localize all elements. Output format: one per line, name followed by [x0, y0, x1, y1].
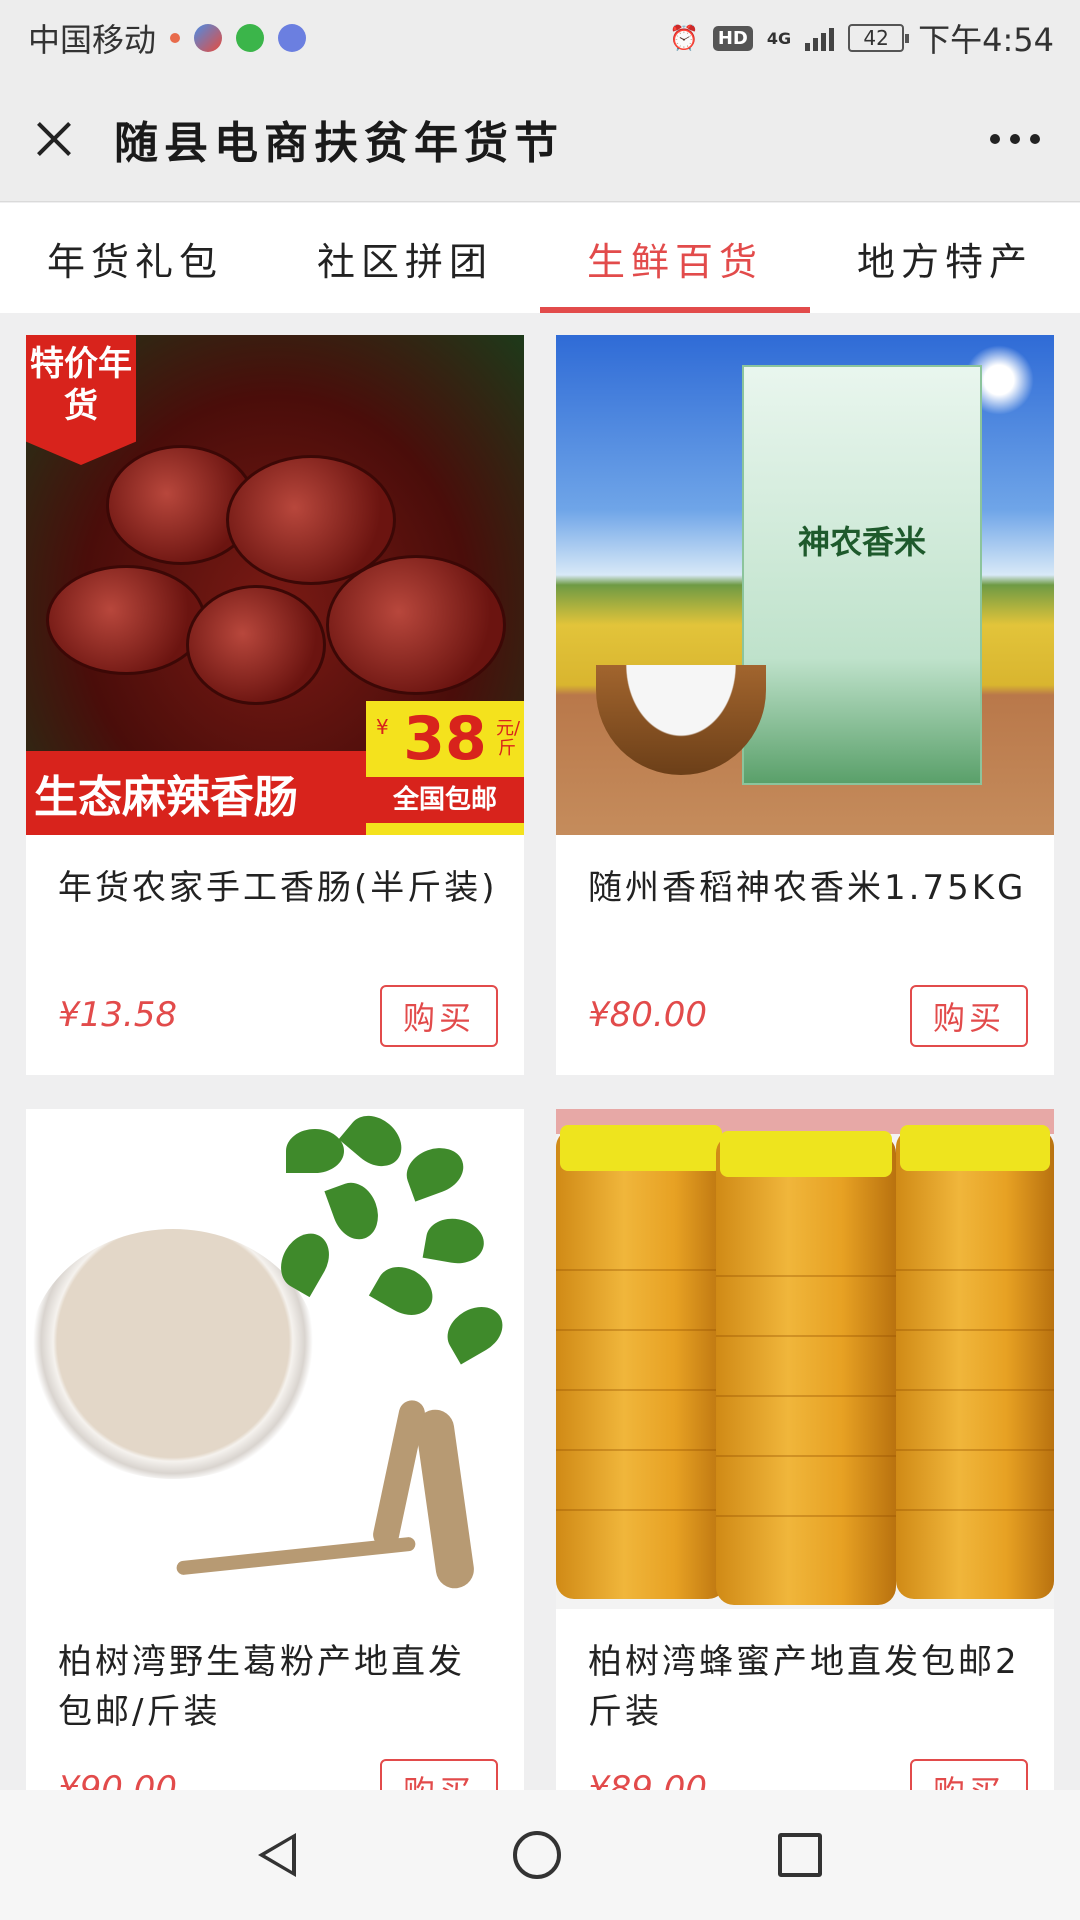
product-name[interactable]: 年货农家手工香肠(半斤装)	[58, 863, 500, 913]
tab-gift-pack[interactable]: 年货礼包	[0, 203, 270, 313]
carrier-label: 中国移动	[28, 21, 157, 59]
battery-icon: 42	[848, 24, 910, 52]
buy-button[interactable]: 购买	[910, 1759, 1028, 1790]
back-triangle-icon[interactable]	[258, 1833, 297, 1877]
tab-fresh-goods[interactable]: 生鲜百货	[540, 203, 810, 313]
product-image-sausage[interactable]: 特价年货 生态麻辣香肠 ¥ 38 元/斤 全国包邮	[26, 335, 524, 835]
page-title: 随县电商扶贫年货节	[114, 117, 564, 169]
status-right: ⏰ HD 4G 42 下午4:54	[669, 15, 1054, 61]
buy-button[interactable]: 购买	[380, 1759, 498, 1790]
product-card: 神农香米 随州香稻神农香米1.75KG ¥80.00 购买	[556, 335, 1054, 1075]
product-price: ¥13.58	[58, 995, 177, 1035]
kudzu-bowl-graphic	[28, 1229, 318, 1479]
app-icon	[194, 24, 223, 52]
clock: 下午4:54	[918, 21, 1054, 59]
product-banner: 生态麻辣香肠	[26, 751, 366, 835]
image-shipping-label: 全国包邮	[366, 777, 524, 823]
buy-button[interactable]: 购买	[380, 985, 498, 1047]
network-label: 4G	[766, 28, 792, 48]
product-image-kudzu[interactable]	[26, 1109, 524, 1609]
battery-level: 42	[863, 26, 889, 50]
product-price: ¥89.00	[588, 1769, 707, 1790]
special-offer-badge: 特价年货	[26, 335, 136, 465]
buy-button[interactable]: 购买	[910, 985, 1028, 1047]
recent-square-icon[interactable]	[777, 1833, 822, 1877]
image-price-symbol: ¥	[376, 715, 389, 739]
music-note-icon	[278, 24, 307, 52]
image-price-tag: ¥ 38 元/斤 全国包邮	[366, 701, 524, 835]
status-bar: 中国移动 ⏰ HD 4G 42 下午4:54	[0, 0, 1080, 76]
alarm-icon: ⏰	[668, 24, 699, 52]
title-bar: 随县电商扶贫年货节	[0, 76, 1080, 202]
notification-dot-icon	[170, 33, 181, 43]
signal-icon	[805, 25, 835, 51]
close-icon[interactable]	[30, 115, 78, 163]
product-image-honey[interactable]	[556, 1109, 1054, 1609]
product-card: 柏树湾蜂蜜产地直发包邮2斤装 ¥89.00 购买	[556, 1109, 1054, 1790]
system-nav-bar	[0, 1790, 1080, 1920]
product-price: ¥90.00	[58, 1769, 177, 1790]
hd-badge: HD	[712, 25, 753, 51]
rice-box-title: 神农香米	[797, 523, 926, 561]
rice-box-graphic: 神农香米	[742, 365, 982, 785]
product-name[interactable]: 柏树湾蜂蜜产地直发包邮2斤装	[588, 1637, 1030, 1737]
tab-group-buy[interactable]: 社区拼团	[270, 203, 540, 313]
image-price-unit: 元/斤	[496, 718, 521, 759]
product-image-rice[interactable]: 神农香米	[556, 335, 1054, 835]
status-left: 中国移动	[28, 15, 307, 61]
product-name[interactable]: 随州香稻神农香米1.75KG	[588, 863, 1030, 913]
product-name[interactable]: 柏树湾野生葛粉产地直发包邮/斤装	[58, 1637, 500, 1737]
tab-local-specialty[interactable]: 地方特产	[810, 203, 1080, 313]
home-circle-icon[interactable]	[512, 1831, 561, 1879]
music-icon	[236, 24, 265, 52]
rice-bowl-graphic	[596, 665, 766, 775]
product-price: ¥80.00	[588, 995, 707, 1035]
category-tabs: 年货礼包 社区拼团 生鲜百货 地方特产	[0, 203, 1080, 313]
product-card: 特价年货 生态麻辣香肠 ¥ 38 元/斤 全国包邮 年货农家手工香肠(半斤装) …	[26, 335, 524, 1075]
product-grid: 特价年货 生态麻辣香肠 ¥ 38 元/斤 全国包邮 年货农家手工香肠(半斤装) …	[0, 313, 1080, 1790]
product-card: 柏树湾野生葛粉产地直发包邮/斤装 ¥90.00 购买	[26, 1109, 524, 1790]
more-icon[interactable]	[980, 124, 1050, 154]
